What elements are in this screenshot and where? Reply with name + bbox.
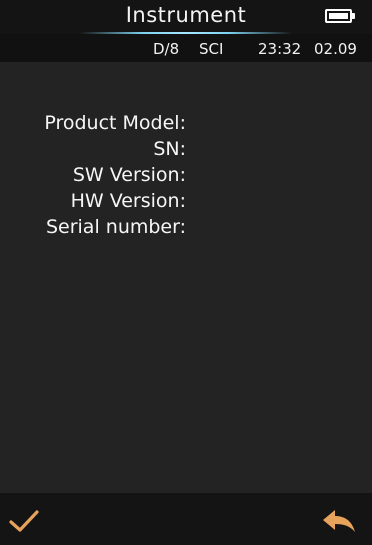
sw-version-label: SW Version: — [72, 164, 186, 186]
page-title: Instrument — [125, 3, 247, 27]
measure-geometry: D/8 — [153, 40, 180, 58]
instrument-info: Product Model: SN: SW Version: HW Versio… — [0, 110, 186, 240]
back-button[interactable] — [319, 505, 359, 537]
product-model-label: Product Model: — [44, 112, 186, 134]
status-date: 02.09 — [314, 40, 357, 58]
status-time: 23:32 — [258, 40, 302, 58]
battery-tip — [352, 13, 355, 19]
back-arrow-icon — [323, 510, 355, 532]
battery-icon — [325, 9, 352, 23]
serial-number-label: Serial number: — [45, 216, 186, 238]
battery-level — [329, 13, 348, 19]
instrument-screen: Instrument D/8 SCI 23:32 02.09 Product M… — [0, 0, 372, 545]
bottom-bar — [0, 493, 372, 545]
measure-mode: SCI — [199, 40, 224, 58]
hw-version-label: HW Version: — [70, 190, 186, 212]
sn-label: SN: — [153, 138, 186, 160]
confirm-button[interactable] — [4, 505, 44, 537]
check-icon — [9, 510, 39, 532]
